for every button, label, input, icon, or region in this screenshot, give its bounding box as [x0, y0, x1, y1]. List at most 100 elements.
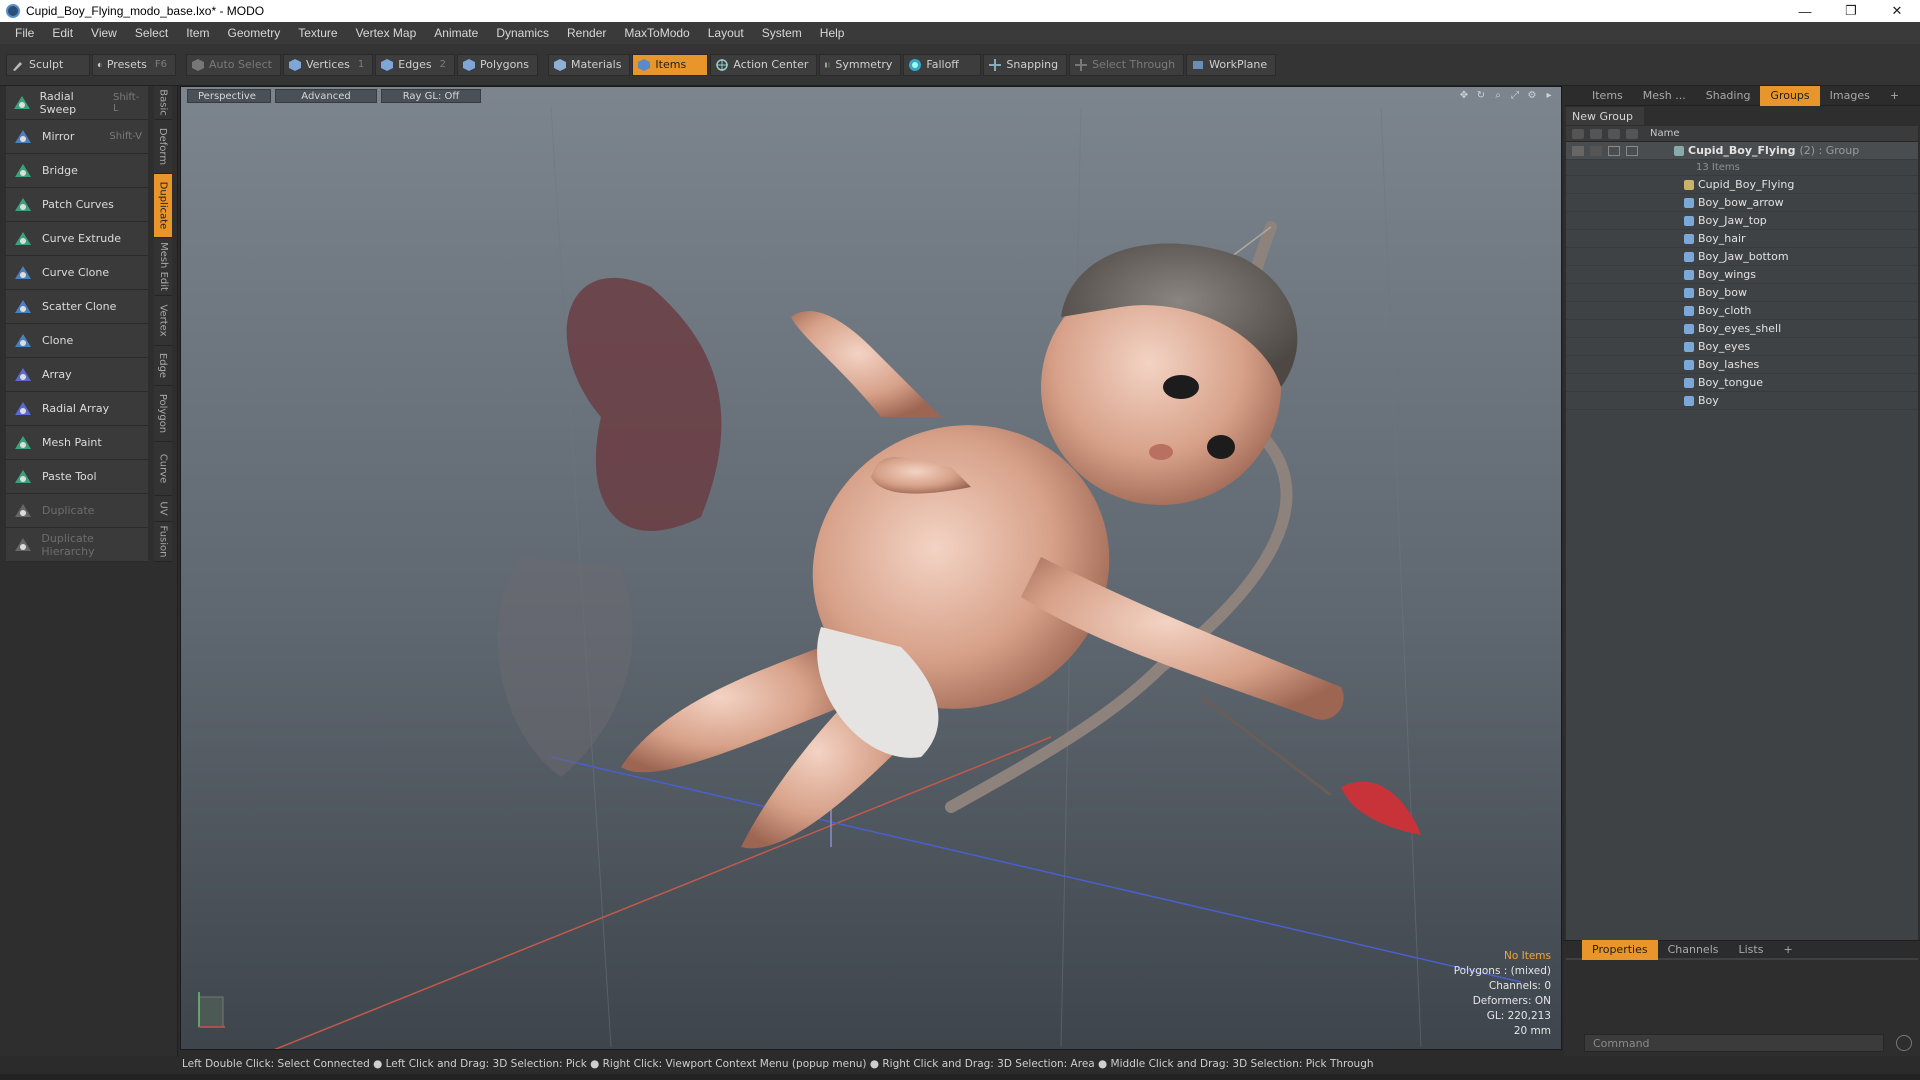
group-item-row[interactable]: Boy_bow_arrow	[1566, 194, 1918, 212]
falloff-button[interactable]: Falloff	[903, 53, 982, 76]
restore-button[interactable]: ❐	[1828, 0, 1874, 22]
vtab-polygon[interactable]: Polygon	[154, 386, 172, 442]
vtab-duplicate[interactable]: Duplicate	[154, 174, 172, 238]
vtab-edge[interactable]: Edge	[154, 346, 172, 386]
menu-item[interactable]: Item	[177, 26, 218, 40]
menu-render[interactable]: Render	[558, 26, 615, 40]
snapping-button[interactable]: Snapping	[983, 53, 1068, 76]
raygl-button[interactable]: Ray GL: Off	[381, 89, 481, 103]
pan-icon[interactable]: ✥	[1458, 89, 1470, 101]
menu-geometry[interactable]: Geometry	[219, 26, 290, 40]
render-column-icon[interactable]	[1590, 128, 1602, 139]
tab-channels[interactable]: Channels	[1658, 940, 1729, 960]
group-row[interactable]: Cupid_Boy_Flying (2) : Group	[1566, 142, 1918, 160]
tab-mesh[interactable]: Mesh ...	[1633, 86, 1696, 106]
vtab-curve[interactable]: Curve	[154, 442, 172, 496]
menu-animate[interactable]: Animate	[425, 26, 487, 40]
menu-file[interactable]: File	[6, 26, 43, 40]
advanced-button[interactable]: Advanced	[275, 89, 377, 103]
name-column-header[interactable]: Name	[1650, 128, 1680, 139]
tool-radial-sweep[interactable]: Radial Sweep Shift-L	[6, 86, 148, 120]
menu-maxtomodo[interactable]: MaxToModo	[615, 26, 698, 40]
polygons-button[interactable]: Polygons	[457, 53, 538, 76]
tab-groups[interactable]: Groups	[1760, 85, 1820, 106]
viewport-menu-icon[interactable]: ▸	[1543, 89, 1555, 101]
tab-items[interactable]: Items	[1582, 86, 1633, 106]
rotate-icon[interactable]: ↻	[1475, 89, 1487, 101]
menu-layout[interactable]: Layout	[699, 26, 753, 40]
command-input[interactable]: Command	[1584, 1034, 1884, 1052]
sculpt-button[interactable]: Sculpt	[6, 53, 90, 76]
command-history-icon[interactable]	[1896, 1035, 1912, 1051]
visibility-column-icon[interactable]	[1572, 128, 1584, 139]
group-item-row[interactable]: Boy_Jaw_bottom	[1566, 248, 1918, 266]
tool-duplicate-hierarchy[interactable]: Duplicate Hierarchy	[6, 528, 148, 562]
tool-duplicate[interactable]: Duplicate	[6, 494, 148, 528]
items-button[interactable]: Items	[632, 53, 709, 76]
menu-edit[interactable]: Edit	[43, 26, 82, 40]
tool-curve-clone[interactable]: Curve Clone	[6, 256, 148, 290]
menu-system[interactable]: System	[753, 26, 811, 40]
zoom-icon[interactable]: ⌕	[1492, 89, 1504, 101]
perspective-button[interactable]: Perspective	[187, 89, 271, 103]
group-item-row[interactable]: Boy_hair	[1566, 230, 1918, 248]
tool-bridge[interactable]: Bridge	[6, 154, 148, 188]
menu-dynamics[interactable]: Dynamics	[487, 26, 558, 40]
group-item-row[interactable]: Boy_Jaw_top	[1566, 212, 1918, 230]
auto-select-button[interactable]: Auto Select	[186, 53, 281, 76]
select-checkbox[interactable]	[1626, 145, 1638, 156]
vtab-basic[interactable]: Basic	[154, 86, 172, 120]
close-button[interactable]: ✕	[1874, 0, 1920, 22]
tool-array[interactable]: Array	[6, 358, 148, 392]
tab-properties[interactable]: Properties	[1582, 939, 1658, 960]
tool-radial-array[interactable]: Radial Array	[6, 392, 148, 426]
vtab-deform[interactable]: Deform	[154, 120, 172, 174]
group-item-row[interactable]: Boy_cloth	[1566, 302, 1918, 320]
workplane-button[interactable]: WorkPlane	[1186, 53, 1277, 76]
menu-view[interactable]: View	[82, 26, 126, 40]
tab-lists[interactable]: Lists	[1729, 940, 1774, 960]
tool-mirror[interactable]: Mirror Shift-V	[6, 120, 148, 154]
vtab-mesh-edit[interactable]: Mesh Edit	[154, 238, 172, 296]
symmetry-button[interactable]: Symmetry	[819, 53, 902, 76]
fit-icon[interactable]: ⤢	[1509, 89, 1521, 101]
vertices-button[interactable]: Vertices 1	[282, 53, 374, 76]
group-item-row[interactable]: Boy_wings	[1566, 266, 1918, 284]
add-tab-icon[interactable]: +	[1880, 86, 1909, 106]
action-center-button[interactable]: Action Center	[710, 53, 818, 76]
menu-help[interactable]: Help	[811, 26, 854, 40]
tool-mesh-paint[interactable]: Mesh Paint	[6, 426, 148, 460]
menu-texture[interactable]: Texture	[289, 26, 346, 40]
tool-curve-extrude[interactable]: Curve Extrude	[6, 222, 148, 256]
group-item-row[interactable]: Cupid_Boy_Flying	[1566, 176, 1918, 194]
tab-images[interactable]: Images	[1820, 86, 1880, 106]
tool-clone[interactable]: Clone	[6, 324, 148, 358]
menu-vertex-map[interactable]: Vertex Map	[347, 26, 426, 40]
viewport-settings-icon[interactable]: ⚙	[1526, 89, 1538, 101]
tab-shading[interactable]: Shading	[1696, 86, 1761, 106]
tool-patch-curves[interactable]: Patch Curves	[6, 188, 148, 222]
lock-checkbox[interactable]	[1608, 145, 1620, 156]
group-item-row[interactable]: Boy_eyes_shell	[1566, 320, 1918, 338]
lock-column-icon[interactable]	[1608, 128, 1620, 139]
vtab-vertex[interactable]: Vertex	[154, 296, 172, 346]
new-group-button[interactable]: New Group	[1566, 107, 1644, 125]
presets-button[interactable]: Presets F6	[92, 53, 176, 76]
group-item-row[interactable]: Boy	[1566, 392, 1918, 410]
minimize-button[interactable]: —	[1782, 0, 1828, 22]
edges-button[interactable]: Edges 2	[375, 53, 456, 76]
vtab-uv[interactable]: UV	[154, 496, 172, 522]
select-through-button[interactable]: Select Through	[1069, 53, 1185, 76]
menu-select[interactable]: Select	[126, 26, 177, 40]
select-column-icon[interactable]	[1626, 128, 1638, 139]
add-properties-tab-icon[interactable]: +	[1773, 940, 1802, 960]
render-icon[interactable]	[1590, 145, 1602, 156]
tool-paste-tool[interactable]: Paste Tool	[6, 460, 148, 494]
materials-button[interactable]: Materials	[548, 53, 631, 76]
3d-viewport[interactable]: Perspective Advanced Ray GL: Off ✥ ↻ ⌕ ⤢…	[180, 86, 1562, 1050]
eye-icon[interactable]	[1572, 145, 1584, 156]
group-item-row[interactable]: Boy_tongue	[1566, 374, 1918, 392]
vtab-fusion[interactable]: Fusion	[154, 522, 172, 562]
group-item-row[interactable]: Boy_bow	[1566, 284, 1918, 302]
group-item-row[interactable]: Boy_lashes	[1566, 356, 1918, 374]
